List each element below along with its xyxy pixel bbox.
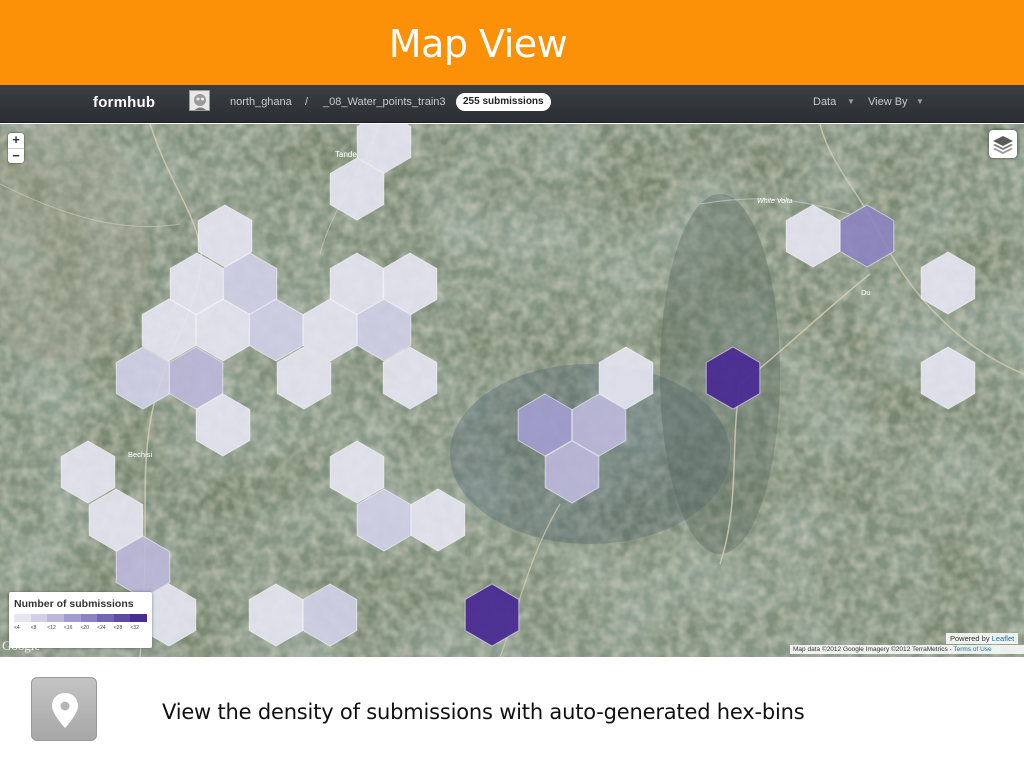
legend-swatch [80, 614, 98, 622]
hexbin-cell[interactable] [248, 583, 304, 647]
avatar-image [190, 91, 209, 110]
avatar[interactable] [189, 90, 210, 111]
hexbin-cell[interactable] [785, 204, 841, 268]
legend-swatch [63, 614, 81, 622]
hexbin-cell[interactable] [410, 488, 466, 552]
hexbin-cell[interactable] [839, 204, 895, 268]
legend-swatch [14, 614, 31, 622]
legend-bin-label: <12 [47, 625, 56, 631]
powered-by-text: Powered by [950, 634, 990, 643]
legend-swatch [113, 614, 131, 622]
legend-swatch [97, 614, 114, 622]
hexbin-cell[interactable] [920, 346, 976, 410]
view-by-menu[interactable]: View By [868, 96, 908, 108]
legend-bin-label: <4 [14, 625, 20, 631]
google-logo: Google [2, 638, 41, 653]
legend-swatch [130, 614, 147, 622]
legend-swatch [47, 614, 64, 622]
slide-caption: View the density of submissions with aut… [162, 700, 805, 724]
title-banner: Map View [0, 0, 1024, 85]
map-pin-icon-graphic [52, 693, 78, 728]
leaflet-link[interactable]: Leaflet [992, 634, 1015, 643]
legend-bin-label: <28 [113, 625, 123, 631]
breadcrumb-separator: / [305, 96, 309, 108]
legend-labels: <4 <8 <12 <16 <20 <24 <28 <32 [14, 625, 147, 631]
terms-of-use-link[interactable]: Terms of Use [953, 646, 991, 653]
legend-bin-label: <16 [63, 625, 73, 631]
legend-bin-label: <20 [80, 625, 89, 631]
legend-title: Number of submissions [14, 598, 134, 610]
hexbin-cell[interactable] [302, 583, 358, 647]
map[interactable]: Tande White Volta Du Bechisi + − Number … [0, 124, 1024, 657]
hexbin-cell[interactable] [705, 346, 761, 410]
legend-swatch [30, 614, 48, 622]
hexbin-layer [60, 124, 976, 647]
legend-bin-label: <8 [30, 625, 37, 631]
zoom-control: + − [8, 133, 24, 163]
chevron-down-icon[interactable]: ▼ [847, 97, 855, 106]
attribution-text: Map data ©2012 Google Imagery ©2012 Terr… [793, 646, 948, 653]
layers-button[interactable] [989, 130, 1017, 158]
navbar: formhub north_ghana / _08_Water_points_t… [0, 85, 1024, 123]
hexbin-cell[interactable] [60, 440, 116, 504]
layers-icon [993, 136, 1013, 154]
map-pin-icon [31, 677, 97, 741]
breadcrumb-form[interactable]: _08_Water_points_train3 [323, 96, 446, 108]
legend-bin-label: <32 [130, 625, 139, 631]
brand-logo[interactable]: formhub [93, 94, 155, 111]
submissions-badge: 255 submissions [456, 93, 551, 111]
powered-by: Powered by Leaflet [946, 633, 1019, 644]
map-attribution: Map data ©2012 Google Imagery ©2012 Terr… [790, 645, 1024, 654]
breadcrumb-user[interactable]: north_ghana [230, 96, 292, 108]
zoom-out-button[interactable]: − [8, 148, 24, 163]
slide-title: Map View [388, 22, 568, 66]
slide: Map View formhub north_ghana / _08_Water… [0, 0, 1024, 768]
zoom-in-button[interactable]: + [8, 133, 24, 148]
hexbin-cell[interactable] [464, 583, 520, 647]
legend-swatches [14, 614, 147, 622]
legend-bin-label: <24 [97, 625, 106, 631]
data-menu[interactable]: Data [813, 96, 836, 108]
hexbin-cell[interactable] [920, 251, 976, 315]
chevron-down-icon[interactable]: ▼ [916, 97, 924, 106]
